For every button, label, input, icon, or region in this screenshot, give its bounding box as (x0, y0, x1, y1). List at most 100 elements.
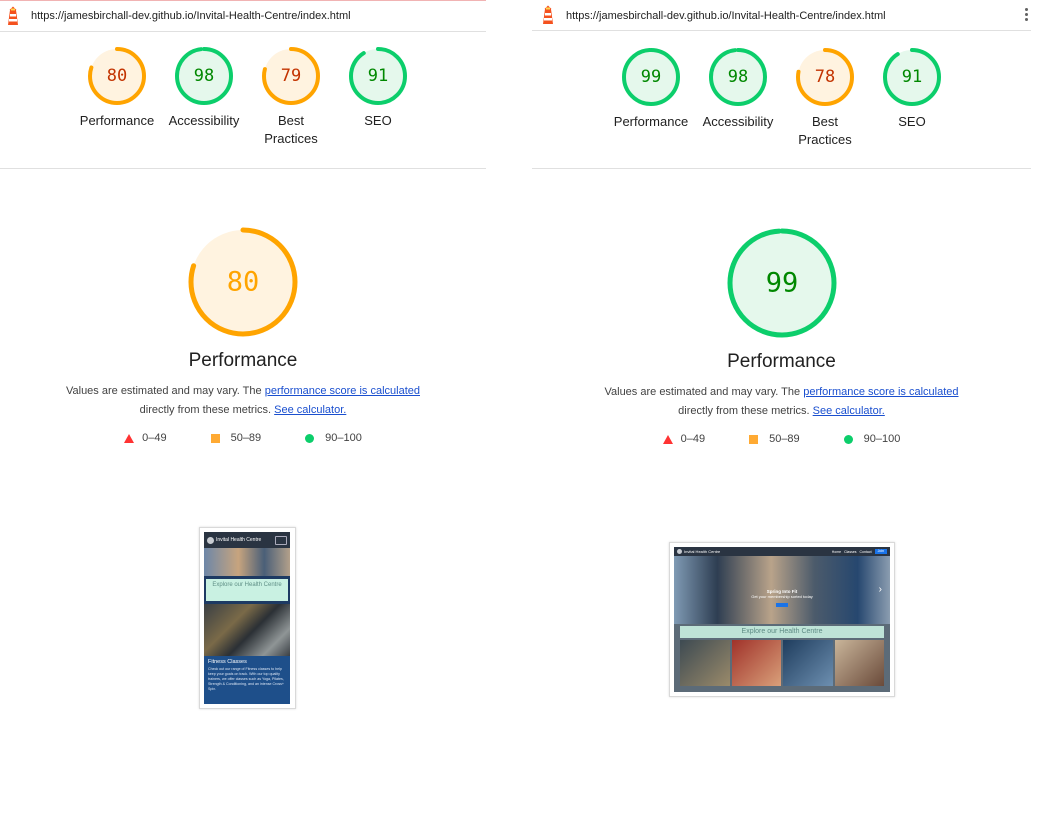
gauge-seo[interactable]: 91 SEO (334, 46, 422, 130)
performance-section: 80 Performance Values are estimated and … (0, 226, 486, 444)
gauge-score: 91 (368, 66, 388, 86)
chevron-right-icon: › (878, 584, 882, 595)
site-classes-card: Fitness Classes Check out our range of F… (204, 656, 290, 704)
square-icon (210, 433, 220, 443)
gauge-score: 80 (227, 267, 260, 298)
score-legend: 0–49 50–89 90–100 (0, 432, 486, 444)
divider (0, 168, 486, 169)
gauge-performance[interactable]: 80 Performance (73, 46, 161, 130)
gauge-ring: 91 (349, 47, 407, 105)
site-hero-carousel: Spring Into Fit Get your membership sort… (674, 556, 890, 624)
circle-icon (305, 433, 315, 443)
site-class-tiles (680, 640, 884, 686)
performance-description: Values are estimated and may vary. The p… (532, 383, 1031, 421)
performance-gauge: 80 (188, 227, 298, 337)
gauge-label: Best Practices (264, 113, 318, 146)
gauge-label: SEO (898, 114, 926, 129)
hamburger-icon (275, 535, 287, 545)
score-calculated-link[interactable]: performance score is calculated (803, 386, 958, 398)
legend-fail: 0–49 (124, 432, 167, 444)
gauge-performance[interactable]: 99 Performance (607, 47, 695, 131)
gauge-score: 79 (281, 66, 301, 86)
class-tile-image (731, 640, 781, 686)
square-icon (749, 434, 759, 444)
gauge-ring: 79 (262, 47, 320, 105)
performance-description: Values are estimated and may vary. The p… (0, 382, 486, 420)
divider (532, 168, 1031, 169)
gauge-score: 99 (641, 67, 661, 87)
gauge-score: 80 (107, 66, 127, 86)
gauge-accessibility[interactable]: 98 Accessibility (160, 46, 248, 130)
gauge-accessibility[interactable]: 98 Accessibility (694, 47, 782, 131)
gauge-ring: 99 (622, 48, 680, 106)
site-explore-banner: Explore our Health Centre (680, 626, 884, 638)
score-calculated-link[interactable]: performance score is calculated (265, 385, 420, 397)
site-gym-image (204, 604, 290, 656)
gauge-label: Accessibility (702, 114, 774, 129)
legend-range: 0–49 (680, 433, 706, 445)
gauge-ring: 98 (709, 48, 767, 106)
triangle-icon (124, 433, 135, 443)
class-tile-image (680, 640, 730, 686)
performance-gauge: 99 (727, 228, 836, 338)
triangle-icon (662, 434, 673, 444)
see-calculator-link[interactable]: See calculator. (813, 405, 885, 417)
description-text: directly from these metrics. (678, 405, 813, 417)
legend-fail: 0–49 (662, 433, 706, 445)
report-panel-left: https://jamesbirchall-dev.github.io/Invi… (0, 0, 486, 827)
description-text: Values are estimated and may vary. The (65, 385, 265, 397)
legend-average: 50–89 (749, 433, 800, 445)
gauge-best-practices[interactable]: 78 Best Practices (781, 47, 869, 149)
see-calculator-link[interactable]: See calculator. (274, 404, 346, 416)
nav-link: Home (831, 549, 842, 554)
circle-icon (843, 434, 853, 444)
gauge-ring: 80 (88, 47, 146, 105)
gauge-score: 98 (728, 67, 748, 87)
legend-pass: 90–100 (843, 433, 900, 445)
score-gauges: 80 Performance 98 Accessibility 79 Best … (0, 46, 486, 156)
site-title: Invital Health Centre (216, 537, 262, 543)
gauge-label: Performance (613, 114, 689, 129)
classes-title: Fitness Classes (208, 659, 247, 665)
report-url[interactable]: https://jamesbirchall-dev.github.io/Invi… (566, 10, 886, 22)
gauge-score: 91 (902, 67, 922, 87)
nav-link: Classes (844, 549, 857, 554)
class-tile-image (834, 640, 884, 686)
nav-link: Contact (859, 549, 872, 554)
description-text: Values are estimated and may vary. The (604, 386, 804, 398)
legend-range: 50–89 (769, 433, 800, 445)
report-topbar: https://jamesbirchall-dev.github.io/Invi… (0, 0, 486, 32)
gauge-ring: 91 (883, 48, 941, 106)
legend-pass: 90–100 (305, 432, 362, 444)
final-screenshot-desktop[interactable]: Invital Health Centre Home Classes Conta… (669, 542, 895, 697)
performance-title: Performance (727, 351, 836, 372)
gauge-best-practices[interactable]: 79 Best Practices (247, 46, 335, 148)
gauge-seo[interactable]: 91 SEO (868, 47, 956, 131)
score-legend: 0–49 50–89 90–100 (532, 433, 1031, 445)
site-navbar: Invital Health Centre (204, 532, 290, 548)
report-panel-right: https://jamesbirchall-dev.github.io/Invi… (532, 0, 1031, 827)
performance-title: Performance (188, 350, 298, 371)
hero-subtext: Get your membership sorted today (751, 594, 813, 599)
gauge-score: 98 (194, 66, 214, 86)
gauge-ring: 78 (796, 48, 854, 106)
more-vert-icon[interactable] (1025, 8, 1029, 24)
gauge-score: 99 (765, 268, 798, 299)
hero-button (776, 603, 788, 607)
report-url[interactable]: https://jamesbirchall-dev.github.io/Invi… (31, 10, 351, 22)
site-hero-image (204, 548, 290, 576)
site-nav-links: Home Classes Contact Join (832, 549, 887, 554)
score-gauges: 99 Performance 98 Accessibility 78 Best … (532, 47, 1031, 157)
gauge-ring: 98 (175, 47, 233, 105)
description-text: directly from these metrics. (139, 404, 275, 416)
lighthouse-icon (543, 5, 553, 24)
site-title: Invital Health Centre (684, 549, 721, 554)
gauge-label: Best Practices (798, 114, 852, 147)
final-screenshot-mobile[interactable]: Invital Health Centre Explore our Health… (199, 527, 296, 709)
legend-average: 50–89 (210, 432, 262, 444)
site-logo-icon (207, 536, 214, 544)
legend-range: 50–89 (230, 432, 262, 444)
legend-range: 90–100 (325, 432, 362, 444)
nav-join-button: Join (874, 549, 887, 554)
gauge-label: SEO (364, 113, 392, 128)
